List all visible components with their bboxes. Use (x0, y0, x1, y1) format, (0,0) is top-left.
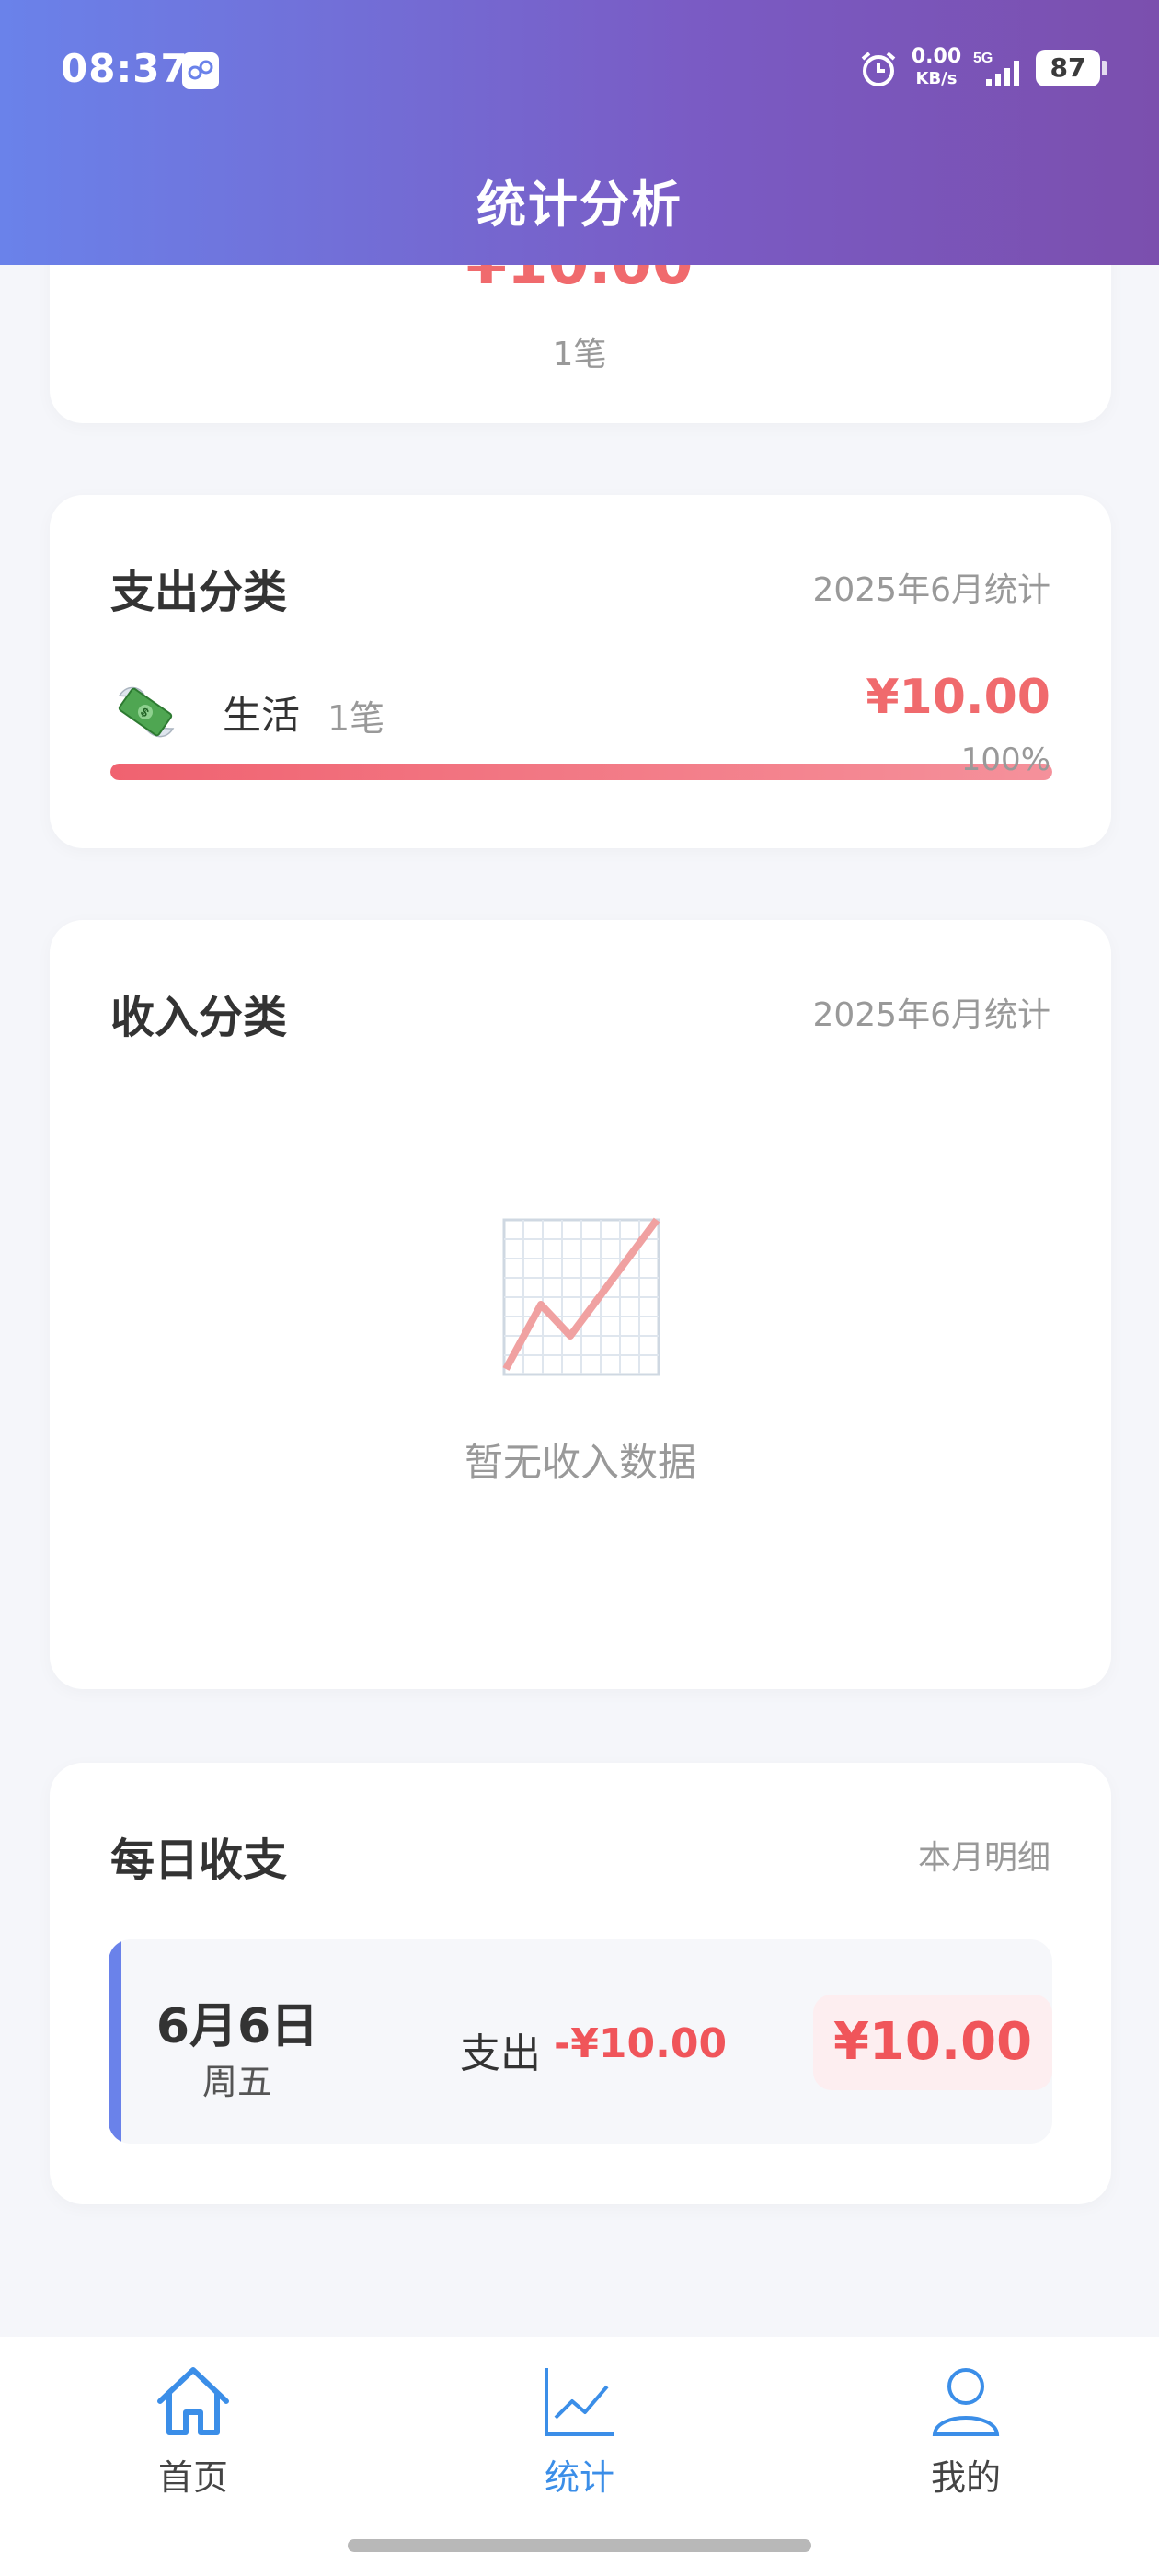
app-notification-icon (182, 52, 219, 89)
category-progress-fill (110, 764, 1052, 780)
page-title: 统计分析 (476, 176, 683, 234)
daily-row-total: ¥10.00 (813, 1995, 1052, 2090)
category-amount: ¥10.00 (866, 670, 1050, 725)
nav-label-profile: 我的 (930, 2457, 1001, 2498)
daily-subtitle: 本月明细 (917, 1839, 1050, 1877)
daily-title: 每日收支 (110, 1834, 288, 1886)
chart-increasing-icon (502, 1217, 660, 1376)
empty-state-text: 暂无收入数据 (464, 1440, 696, 1485)
battery-tip (1102, 61, 1107, 75)
net-speed: 0.00 KB/s (909, 46, 964, 90)
income-category-card: 收入分类 2025年6月统计 暂无收入数据 (50, 920, 1111, 1689)
income-category-title: 收入分类 (110, 992, 288, 1043)
status-bar: 08:37 0.00 KB/s 5G 87 (0, 0, 1159, 147)
daily-row[interactable]: 6月6日 周五 支出 -¥10.00 ¥10.00 (109, 1939, 1052, 2144)
nav-label-home: 首页 (157, 2457, 228, 2498)
category-count: 1笔 (327, 698, 385, 739)
category-progress-bar (110, 764, 1052, 780)
daily-row-expense-value: -¥10.00 (554, 2020, 728, 2067)
app-header: 08:37 0.00 KB/s 5G 87 统计分析 (0, 0, 1159, 265)
expense-category-title: 支出分类 (110, 567, 288, 618)
chart-icon (545, 2368, 614, 2436)
home-indicator[interactable] (348, 2539, 811, 2552)
net-speed-unit: KB/s (915, 69, 958, 88)
svg-text:5G: 5G (973, 51, 993, 66)
category-name: 生活 (223, 693, 301, 738)
signal-5g-icon: 5G (973, 51, 1019, 86)
income-category-period: 2025年6月统计 (812, 996, 1050, 1034)
user-icon (932, 2368, 1000, 2436)
nav-item-profile[interactable]: 我的 (874, 2364, 1058, 2512)
battery-indicator: 87 (1036, 50, 1100, 86)
category-percent: 100% (960, 742, 1050, 778)
net-speed-value: 0.00 (911, 45, 962, 68)
daily-card: 每日收支 本月明细 6月6日 周五 支出 -¥10.00 ¥10.00 (50, 1763, 1111, 2204)
status-time: 08:37 (61, 46, 189, 91)
nav-item-stats[interactable]: 统计 (488, 2364, 671, 2512)
money-with-wings-icon: $ (118, 686, 175, 738)
summary-count: 1笔 (552, 336, 607, 374)
expense-category-period: 2025年6月统计 (812, 571, 1050, 609)
daily-row-date: 6月6日 (155, 1999, 319, 2054)
daily-row-accent (109, 1939, 121, 2144)
expense-category-card: 支出分类 2025年6月统计 $ 生活 1笔 ¥10.00 100% (50, 495, 1111, 848)
alarm-icon (861, 52, 896, 86)
home-icon (157, 2367, 229, 2435)
nav-label-stats: 统计 (544, 2457, 614, 2498)
daily-row-expense-label: 支出 (460, 2030, 541, 2077)
daily-row-weekday: 周五 (201, 2062, 272, 2102)
nav-item-home[interactable]: 首页 (101, 2364, 285, 2512)
